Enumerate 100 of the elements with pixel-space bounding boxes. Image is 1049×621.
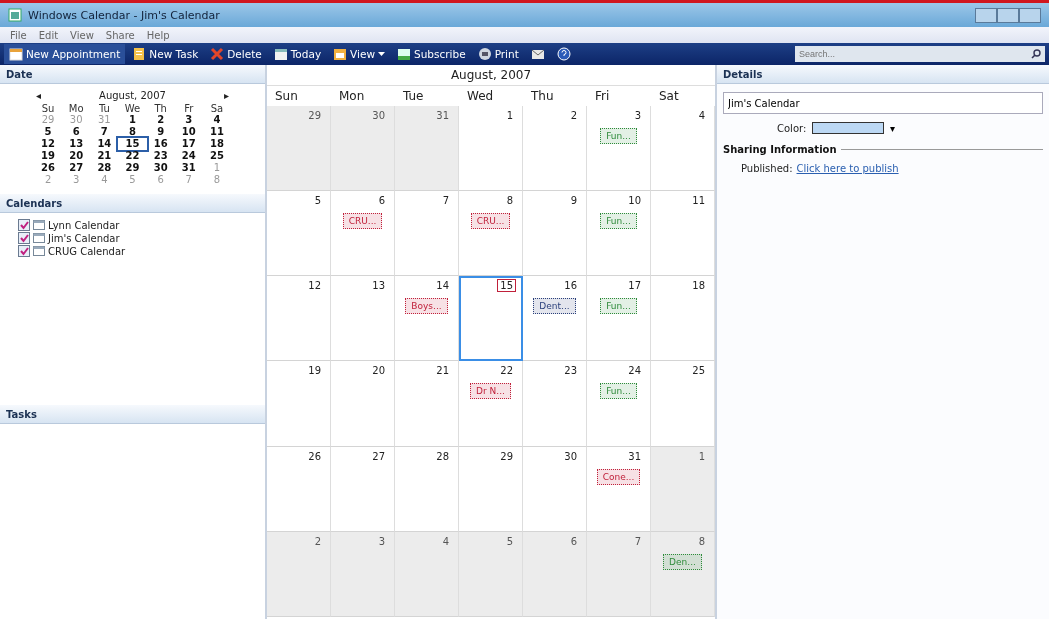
menu-item[interactable]: Edit [34, 29, 63, 41]
calendar-day[interactable]: 3 [174, 114, 203, 126]
toolbar-button[interactable]: View [328, 44, 391, 64]
menu-item[interactable]: View [66, 29, 98, 41]
day-cell[interactable]: 7 [395, 191, 459, 277]
calendar-day[interactable]: 29 [118, 162, 147, 174]
calendar-day[interactable]: 18 [202, 138, 231, 150]
name-field[interactable]: Jim's Calendar [723, 92, 1043, 114]
day-cell[interactable]: 30 [523, 446, 587, 532]
calendar-name[interactable]: CRUG Calendar [48, 245, 126, 257]
calendar-day[interactable]: 24 [174, 150, 203, 162]
day-cell[interactable]: 5 [267, 191, 331, 277]
calendar-day[interactable]: 17 [174, 138, 203, 150]
day-cell[interactable]: 5 [459, 531, 523, 617]
previous-month-button[interactable]: ◂ [34, 90, 43, 101]
calendar-day[interactable]: 25 [202, 150, 231, 162]
checkbox[interactable] [18, 232, 30, 244]
calendar-day[interactable]: 5 [34, 126, 63, 138]
calendar-day[interactable]: 1 [118, 114, 147, 126]
calendar-day[interactable]: 9 [146, 126, 175, 138]
calendar-day[interactable]: 16 [146, 138, 175, 150]
toolbar-button[interactable]: New Appointment [4, 44, 126, 64]
day-cell[interactable]: 16 Dent... [523, 276, 587, 362]
appointment[interactable]: CRU... [470, 213, 511, 230]
calendar-day[interactable]: 20 [62, 150, 91, 162]
calendar-day[interactable]: 6 [62, 126, 91, 138]
minimize-button[interactable] [975, 7, 997, 23]
day-cell[interactable]: 10 Fun... [587, 191, 651, 277]
day-cell[interactable]: 31 Cone... [587, 446, 651, 532]
day-cell[interactable]: 9 [523, 191, 587, 277]
day-cell[interactable]: 26 [267, 446, 331, 532]
appointment[interactable]: Fun... [600, 383, 637, 400]
toolbar-button[interactable]: Delete [205, 44, 267, 64]
day-cell[interactable]: 1 [459, 106, 523, 192]
day-cell[interactable]: 25 [651, 361, 715, 447]
toolbar-button[interactable]: Subscribe [392, 44, 471, 64]
day-cell[interactable]: 12 [267, 276, 331, 362]
day-cell[interactable]: 31 [395, 106, 459, 192]
calendar-day[interactable]: 8 [118, 126, 147, 138]
day-cell[interactable]: 21 [395, 361, 459, 447]
day-cell[interactable]: 20 [331, 361, 395, 447]
calendar-day[interactable]: 23 [146, 150, 175, 162]
calendar-day[interactable]: 10 [174, 126, 203, 138]
calendar-name[interactable]: Lynn Calendar [48, 219, 120, 231]
calendar-day[interactable]: 4 [202, 114, 231, 126]
calendar-day[interactable]: 14 [90, 138, 119, 150]
day-cell[interactable]: 29 [459, 446, 523, 532]
day-cell[interactable]: 7 [587, 531, 651, 617]
appointment[interactable]: Boys... [405, 298, 448, 315]
day-cell[interactable]: 23 [523, 361, 587, 447]
appointment[interactable]: Fun... [600, 213, 637, 230]
day-cell[interactable]: 24 Fun... [587, 361, 651, 447]
calendar-day[interactable]: 12 [34, 138, 63, 150]
appointment[interactable]: Cone... [596, 468, 641, 485]
calendar-day[interactable]: 15 [118, 138, 147, 150]
appointment[interactable]: CRU... [342, 213, 383, 230]
day-cell[interactable]: 17 Fun... [587, 276, 651, 362]
checkbox[interactable] [18, 219, 30, 231]
day-cell[interactable]: 14 Boys... [395, 276, 459, 362]
day-cell[interactable]: 1 [651, 446, 715, 532]
day-cell[interactable]: 6 CRU... [331, 191, 395, 277]
day-cell[interactable]: 19 [267, 361, 331, 447]
day-cell[interactable]: 18 [651, 276, 715, 362]
day-cell[interactable]: 2 [523, 106, 587, 192]
day-cell[interactable]: 4 [651, 106, 715, 192]
calendar-name[interactable]: Jim's Calendar [48, 232, 120, 244]
calendar-day[interactable]: 31 [174, 162, 203, 174]
close-button[interactable] [1019, 7, 1041, 23]
next-month-button[interactable]: ▸ [222, 90, 231, 101]
day-cell[interactable]: 13 [331, 276, 395, 362]
day-cell[interactable]: 28 [395, 446, 459, 532]
day-cell[interactable]: 3 [331, 531, 395, 617]
search-field[interactable]: Search... [795, 46, 1045, 62]
toolbar-button[interactable]: Print [472, 44, 524, 64]
calendar-day[interactable]: 28 [90, 162, 119, 174]
calendar-day[interactable]: 13 [62, 138, 91, 150]
calendar-day[interactable]: 2 [146, 114, 175, 126]
checkbox[interactable] [18, 245, 30, 257]
toolbar-button[interactable]: Today [268, 44, 327, 64]
day-cell[interactable]: 2 [267, 531, 331, 617]
day-cell[interactable]: 30 [331, 106, 395, 192]
calendar-day[interactable]: 7 [90, 126, 119, 138]
day-cell[interactable]: 15 [459, 276, 523, 362]
calendar-day[interactable]: 21 [90, 150, 119, 162]
calendar-day[interactable]: 26 [34, 162, 63, 174]
calendar-day[interactable]: 22 [118, 150, 147, 162]
menu-item[interactable]: Share [101, 29, 139, 41]
day-cell[interactable]: 3 Fun... [587, 106, 651, 192]
dropdown-button[interactable]: ▾ [890, 122, 896, 134]
day-cell[interactable]: 22 Dr N... [459, 361, 523, 447]
color-swatch[interactable] [812, 122, 885, 134]
day-cell[interactable]: 27 [331, 446, 395, 532]
maximize-button[interactable] [997, 7, 1019, 23]
day-cell[interactable]: 8 Den... [651, 531, 715, 617]
calendar-day[interactable]: 30 [146, 162, 175, 174]
calendar-day[interactable]: 11 [202, 126, 231, 138]
menu-item[interactable]: Help [142, 29, 174, 41]
day-cell[interactable]: 8 CRU... [459, 191, 523, 277]
appointment[interactable]: Fun... [600, 128, 637, 144]
day-cell[interactable]: 4 [395, 531, 459, 617]
